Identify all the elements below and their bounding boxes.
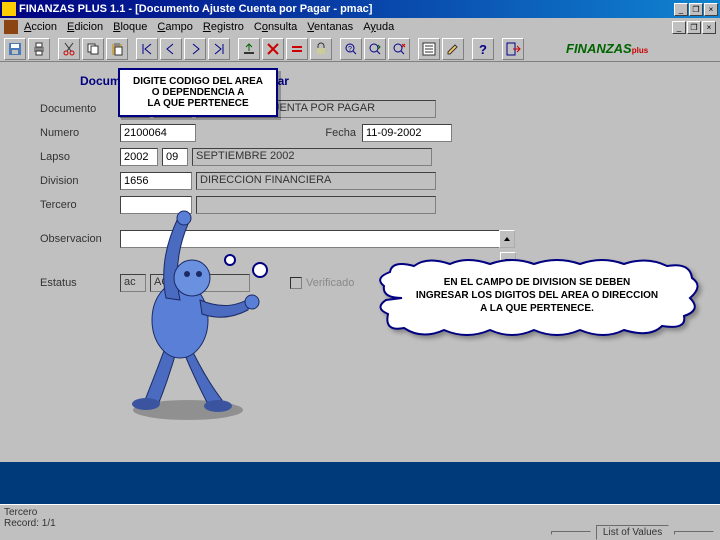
label-division: Division <box>40 175 120 187</box>
status-field-name: Tercero <box>4 507 56 518</box>
scroll-up-button[interactable] <box>499 230 515 248</box>
field-numero[interactable] <box>120 124 196 142</box>
field-lapso-mes[interactable] <box>162 148 188 166</box>
label-fecha: Fecha <box>306 127 356 139</box>
separator <box>496 38 500 60</box>
menubar: Accion Edicion Bloque Campo Registro Con… <box>0 18 720 36</box>
menu-consulta[interactable]: Consulta <box>254 21 297 33</box>
separator <box>130 38 134 60</box>
menu-campo[interactable]: Campo <box>157 21 192 33</box>
prev-record-icon[interactable] <box>160 38 182 60</box>
label-numero: Numero <box>40 127 120 139</box>
print-icon[interactable] <box>28 38 50 60</box>
field-fecha[interactable] <box>362 124 452 142</box>
lock-icon[interactable] <box>310 38 332 60</box>
separator <box>466 38 470 60</box>
label-observacion: Observacion <box>40 233 120 245</box>
child-restore-button[interactable]: ❐ <box>687 21 701 34</box>
status-lov: List of Values <box>596 525 669 540</box>
save-icon[interactable] <box>4 38 26 60</box>
restore-button[interactable]: ❐ <box>689 3 703 16</box>
label-documento: Documento <box>40 103 120 115</box>
cut-icon[interactable] <box>58 38 80 60</box>
toolbar: ? ? FINANZASplus <box>0 36 720 62</box>
menu-registro[interactable]: Registro <box>203 21 244 33</box>
menu-ventanas[interactable]: Ventanas <box>307 21 353 33</box>
app-icon <box>2 2 16 16</box>
execute-query-icon[interactable] <box>364 38 386 60</box>
titlebar-outer: FINANZAS PLUS 1.1 - [Documento Ajuste Cu… <box>0 0 720 18</box>
tooltip-box: DIGITE CODIGO DEL AREA O DEPENDENCIA A L… <box>118 68 278 117</box>
insert-record-icon[interactable] <box>238 38 260 60</box>
field-division[interactable] <box>120 172 192 190</box>
row-division: Division DIRECCION FINANCIERA <box>40 170 680 192</box>
first-record-icon[interactable] <box>136 38 158 60</box>
svg-text:?: ? <box>479 42 487 57</box>
menu-edicion[interactable]: Edicion <box>67 21 103 33</box>
next-record-icon[interactable] <box>184 38 206 60</box>
row-numero: Numero Fecha <box>40 122 680 144</box>
label-verificado: Verificado <box>306 277 354 289</box>
menu-ayuda[interactable]: Ayuda <box>363 21 394 33</box>
field-lapso-anio[interactable] <box>120 148 158 166</box>
mascot-figure <box>110 200 270 425</box>
delete-record-icon[interactable] <box>262 38 284 60</box>
svg-text:?: ? <box>348 46 352 53</box>
label-estatus: Estatus <box>40 277 120 289</box>
cancel-query-icon[interactable] <box>388 38 410 60</box>
child-close-button[interactable]: × <box>702 21 716 34</box>
label-lapso: Lapso <box>40 151 120 163</box>
separator <box>232 38 236 60</box>
display-division-desc: DIRECCION FINANCIERA <box>196 172 436 190</box>
child-window-buttons: _ ❐ × <box>672 21 716 34</box>
window-buttons: _ ❐ × <box>674 3 718 16</box>
edit-icon[interactable] <box>442 38 464 60</box>
help-icon[interactable]: ? <box>472 38 494 60</box>
separator <box>334 38 338 60</box>
menu-accion[interactable]: Accion <box>24 21 57 33</box>
brand-logo: FINANZASplus <box>566 41 648 56</box>
clear-record-icon[interactable] <box>286 38 308 60</box>
doc-icon <box>4 20 18 34</box>
row-lapso: Lapso SEPTIEMBRE 2002 <box>40 146 680 168</box>
close-button[interactable]: × <box>704 3 718 16</box>
minimize-button[interactable]: _ <box>674 3 688 16</box>
cloud-callout: EN EL CAMPO DE DIVISION SE DEBEN INGRESA… <box>372 258 702 348</box>
last-record-icon[interactable] <box>208 38 230 60</box>
label-tercero: Tercero <box>40 199 120 211</box>
exit-icon[interactable] <box>502 38 524 60</box>
copy-icon[interactable] <box>82 38 104 60</box>
cloud-text: EN EL CAMPO DE DIVISION SE DEBEN INGRESA… <box>392 276 682 315</box>
menu-bloque[interactable]: Bloque <box>113 21 147 33</box>
enter-query-icon[interactable]: ? <box>340 38 362 60</box>
paste-icon[interactable] <box>106 38 128 60</box>
separator <box>52 38 56 60</box>
status-record: Record: 1/1 <box>4 518 56 529</box>
child-minimize-button[interactable]: _ <box>672 21 686 34</box>
window-title: FINANZAS PLUS 1.1 - [Documento Ajuste Cu… <box>19 3 674 15</box>
list-icon[interactable] <box>418 38 440 60</box>
checkbox-verificado[interactable] <box>290 277 302 289</box>
statusbar: Tercero Record: 1/1 List of Values <box>0 504 720 540</box>
separator <box>412 38 416 60</box>
display-lapso-desc: SEPTIEMBRE 2002 <box>192 148 432 166</box>
